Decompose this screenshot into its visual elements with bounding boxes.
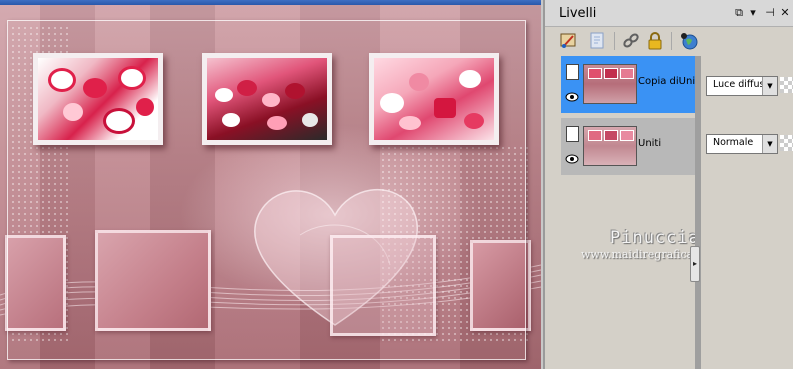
- dropdown-icon[interactable]: ▾: [746, 6, 760, 20]
- candy-photo-frame-2: [202, 53, 332, 145]
- layer-name: Uniti: [638, 138, 662, 149]
- layers-panel: Livelli ⧉ ▾ ⊣ ✕ Copia diUniti Uniti Pinu…: [543, 0, 793, 369]
- layer-row-copia-di-uniti[interactable]: Copia diUniti: [561, 56, 702, 113]
- blend-mode-select[interactable]: Luce diffusa ▼: [706, 76, 778, 96]
- blend-mode-value: Normale: [713, 137, 754, 148]
- layers-toolbar: [545, 26, 793, 56]
- layer-thumbnail: [583, 126, 637, 166]
- layers-list: Copia diUniti Uniti Pinuccia www.maidire…: [561, 56, 710, 369]
- layer-type-icon: [566, 64, 579, 80]
- blend-mode-select[interactable]: Normale ▼: [706, 134, 778, 154]
- layer-type-icon: [566, 126, 579, 142]
- layer-properties: Luce diffusa ▼ Normale ▼: [695, 56, 793, 369]
- eye-icon[interactable]: [565, 92, 579, 102]
- link-icon[interactable]: [621, 31, 641, 51]
- chevron-down-icon[interactable]: ▼: [762, 135, 777, 153]
- pin-icon[interactable]: ⊣: [763, 6, 777, 20]
- close-icon[interactable]: ✕: [778, 6, 792, 20]
- panel-header: Livelli ⧉ ▾ ⊣ ✕: [545, 0, 793, 27]
- layer-thumbnail: [583, 64, 637, 104]
- paint-brush-icon[interactable]: [559, 31, 579, 51]
- candy-photo-frame-1: [33, 53, 163, 145]
- globe-icon[interactable]: [679, 31, 699, 51]
- image-canvas-window[interactable]: [0, 0, 541, 369]
- mask-icon[interactable]: [588, 31, 608, 51]
- candy-photo-frame-3: [369, 53, 499, 145]
- lock-icon[interactable]: [645, 31, 665, 51]
- opacity-swatch[interactable]: [780, 77, 793, 93]
- panel-title: Livelli: [559, 6, 597, 21]
- chevron-down-icon[interactable]: ▼: [762, 77, 777, 95]
- eye-icon[interactable]: [565, 154, 579, 164]
- toolbar-separator: [614, 32, 615, 50]
- splitter-handle[interactable]: ▸: [690, 246, 700, 282]
- layer-row-uniti[interactable]: Uniti: [561, 118, 695, 175]
- toolbar-separator: [671, 32, 672, 50]
- restore-icon[interactable]: ⧉: [732, 6, 746, 20]
- watermark-name: Pinuccia: [610, 228, 700, 248]
- layer-name: Copia diUniti: [638, 76, 702, 87]
- opacity-swatch[interactable]: [780, 135, 793, 151]
